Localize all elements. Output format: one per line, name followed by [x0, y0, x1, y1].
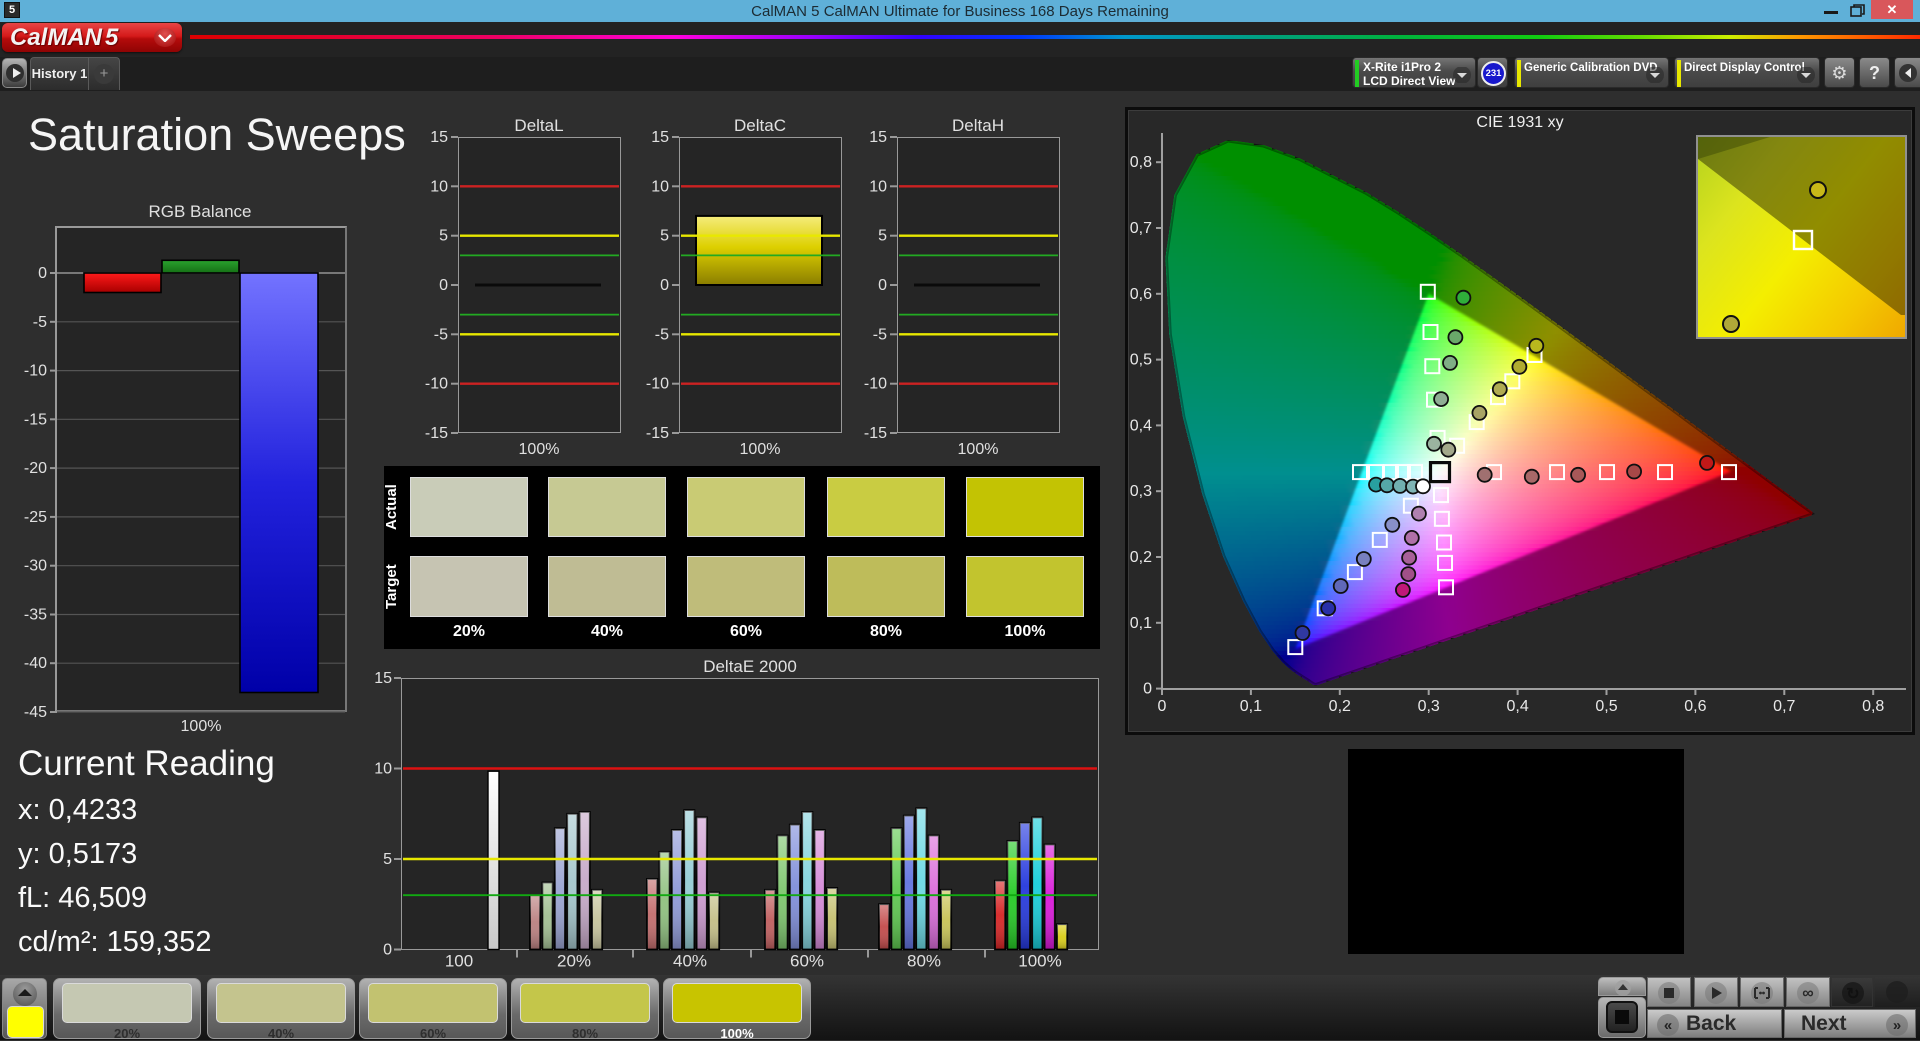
svg-text:0,4: 0,4	[1130, 417, 1152, 434]
svg-text:0,5: 0,5	[1130, 352, 1152, 369]
svg-text:0,6: 0,6	[1130, 286, 1152, 303]
svg-text:↻: ↻	[1846, 986, 1859, 1003]
svg-text:0,6: 0,6	[1684, 698, 1706, 715]
svg-text:0,1: 0,1	[1130, 615, 1152, 632]
svg-text:0,2: 0,2	[1130, 549, 1152, 566]
svg-text:0,5: 0,5	[1595, 698, 1617, 715]
svg-text:0,2: 0,2	[1329, 698, 1351, 715]
svg-text:0: 0	[1158, 698, 1167, 715]
svg-text:∞: ∞	[1802, 985, 1813, 1002]
svg-text:0,7: 0,7	[1773, 698, 1795, 715]
svg-text:0,3: 0,3	[1130, 483, 1152, 500]
svg-text:0: 0	[1143, 681, 1152, 698]
svg-text:0,1: 0,1	[1240, 698, 1262, 715]
svg-text:0,3: 0,3	[1418, 698, 1440, 715]
svg-text:0,8: 0,8	[1862, 698, 1884, 715]
svg-text:0,7: 0,7	[1130, 220, 1152, 237]
svg-text:»: »	[1893, 1017, 1901, 1034]
svg-text:0,4: 0,4	[1506, 698, 1528, 715]
svg-text:«: «	[1664, 1017, 1672, 1034]
svg-text:0,8: 0,8	[1130, 154, 1152, 171]
